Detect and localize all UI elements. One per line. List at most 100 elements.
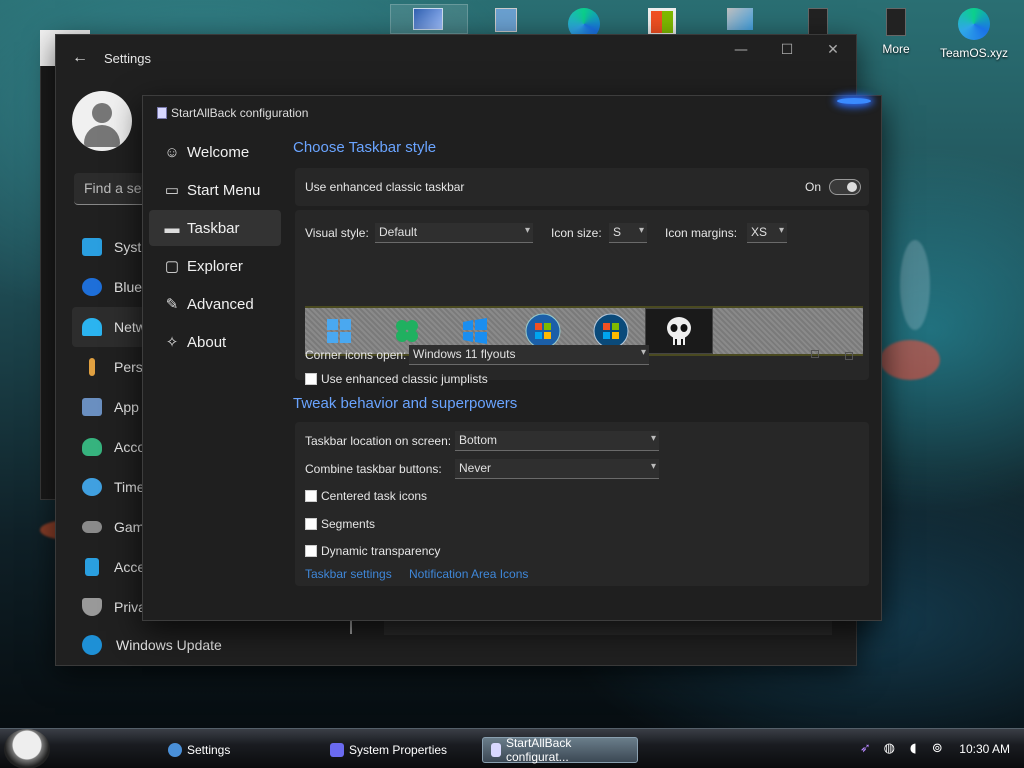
icon-margins-label: Icon margins: [665, 226, 738, 240]
taskbar: Settings System Properties StartAllBack … [0, 728, 1024, 768]
clover-icon [396, 320, 418, 342]
shortcut-icon [808, 8, 828, 36]
behavior-card: Taskbar location on screen: Bottom Combi… [295, 422, 869, 586]
centered-checkbox[interactable] [305, 490, 317, 502]
enhanced-taskbar-card: Use enhanced classic taskbar On [295, 168, 869, 206]
sab-nav-about[interactable]: ✧ About [149, 324, 281, 360]
app-icon [491, 743, 501, 757]
enhanced-taskbar-state: On [805, 180, 822, 194]
icon-margins-select[interactable]: XS [747, 223, 787, 243]
smile-icon: ☺ [164, 143, 180, 161]
network-icon [727, 8, 753, 30]
desktop-icon-teamos[interactable]: TeamOS.xyz [940, 4, 1008, 60]
taskbar-settings-link[interactable]: Taskbar settings [305, 567, 392, 581]
sab-nav-welcome[interactable]: ☺ Welcome [149, 134, 281, 170]
windows11-icon [327, 319, 351, 343]
icon-size-select[interactable]: S [609, 223, 647, 243]
taskbar-button-system-properties[interactable]: System Properties [322, 737, 472, 763]
skull-icon [667, 317, 691, 345]
wifi-icon [82, 318, 102, 336]
windows7-orb-icon [525, 313, 561, 349]
window-icon [413, 8, 443, 30]
option-square[interactable] [811, 350, 819, 358]
vista-orb-icon [593, 313, 629, 349]
pc-icon [495, 8, 517, 32]
sab-nav-taskbar[interactable]: ▬ Taskbar [149, 210, 281, 246]
sab-nav-start-menu[interactable]: ▭ Start Menu [149, 172, 281, 208]
transparency-option[interactable]: Dynamic transparency [305, 544, 440, 558]
accessibility-icon [85, 558, 99, 576]
shield-icon [82, 598, 102, 616]
segments-option[interactable]: Segments [305, 517, 375, 531]
globe-icon[interactable]: ◍ [881, 741, 897, 757]
settings-title: Settings [104, 50, 151, 66]
start-button[interactable] [4, 729, 50, 768]
corner-icons-label: Corner icons open: [305, 348, 407, 362]
feather-icon[interactable]: ➶ [857, 741, 873, 757]
maximize-icon[interactable]: ☐ [764, 35, 810, 65]
notification-icons-link[interactable]: Notification Area Icons [409, 567, 528, 581]
minimize-icon[interactable]: — [718, 35, 764, 65]
sab-nav: ☺ Welcome ▭ Start Menu ▬ Taskbar ▢ Explorer … [149, 134, 281, 362]
system-properties-icon [330, 743, 344, 757]
folder-icon: ▢ [164, 258, 180, 275]
enhanced-taskbar-toggle[interactable] [829, 179, 861, 195]
scrollbar[interactable] [350, 620, 352, 634]
nav-item-windows-update[interactable]: Windows Update [82, 635, 222, 655]
startallback-window: StartAllBack configuration ☺ Welcome ▭ Sta… [142, 95, 882, 621]
about-icon: ✧ [165, 334, 179, 351]
option-square[interactable] [845, 352, 853, 360]
apps-icon [82, 398, 102, 416]
section-title-taskbar-style: Choose Taskbar style [293, 139, 437, 156]
gear-icon [168, 743, 182, 757]
combine-label: Combine taskbar buttons: [305, 462, 442, 476]
glow-icon [837, 98, 871, 104]
sab-nav-advanced[interactable]: ✎ Advanced [149, 286, 281, 322]
volume-muted-icon[interactable]: ◖ [905, 741, 921, 757]
app-icon [157, 107, 167, 119]
jumplists-checkbox[interactable] [305, 373, 317, 385]
back-arrow-icon[interactable]: ← [56, 49, 104, 67]
jumplists-option[interactable]: Use enhanced classic jumplists [305, 372, 488, 386]
avatar[interactable] [72, 91, 132, 151]
folder-icon [886, 8, 906, 36]
edge-icon [958, 8, 990, 40]
store-icon [648, 8, 676, 36]
clock[interactable]: 10:30 AM [959, 742, 1010, 756]
sab-titlebar: StartAllBack configuration [157, 106, 308, 120]
wrench-icon: ✎ [165, 296, 179, 313]
visual-style-select[interactable]: Default [375, 223, 533, 243]
enhanced-taskbar-label: Use enhanced classic taskbar [305, 180, 465, 194]
segments-checkbox[interactable] [305, 518, 317, 530]
system-tray: ➶ ◍ ◖ ⊚ 10:30 AM [853, 729, 1024, 768]
location-label: Taskbar location on screen: [305, 434, 452, 448]
centered-option[interactable]: Centered task icons [305, 489, 427, 503]
taskbar-button-settings[interactable]: Settings [160, 737, 310, 763]
system-icon [82, 238, 102, 256]
content-placeholder [384, 621, 832, 635]
desktop-icon-more[interactable]: More [866, 4, 926, 60]
security-icon[interactable]: ⊚ [929, 741, 945, 757]
city-light [880, 340, 940, 380]
window-controls: — ☐ ✕ [718, 35, 856, 65]
section-title-tweaks: Tweak behavior and superpowers [293, 395, 518, 412]
style-option-skull[interactable] [645, 308, 713, 354]
taskbar-style-card: Visual style: Default Icon size: S Icon … [295, 210, 869, 386]
combine-select[interactable]: Never [455, 459, 659, 479]
visual-style-label: Visual style: [305, 226, 369, 240]
clock-icon [82, 478, 102, 496]
taskbar-icon: ▬ [164, 219, 180, 237]
city-light [900, 240, 930, 330]
windows10-icon [463, 318, 487, 344]
location-select[interactable]: Bottom [455, 431, 659, 451]
bluetooth-icon [82, 278, 102, 296]
taskbar-button-startallback[interactable]: StartAllBack configurat... [482, 736, 638, 764]
gamepad-icon [82, 521, 102, 533]
transparency-checkbox[interactable] [305, 545, 317, 557]
update-icon [82, 635, 102, 655]
corner-icons-select[interactable]: Windows 11 flyouts [409, 345, 649, 365]
brush-icon [89, 358, 95, 376]
sab-nav-explorer[interactable]: ▢ Explorer [149, 248, 281, 284]
start-menu-icon: ▭ [164, 182, 180, 199]
close-icon[interactable]: ✕ [810, 35, 856, 65]
